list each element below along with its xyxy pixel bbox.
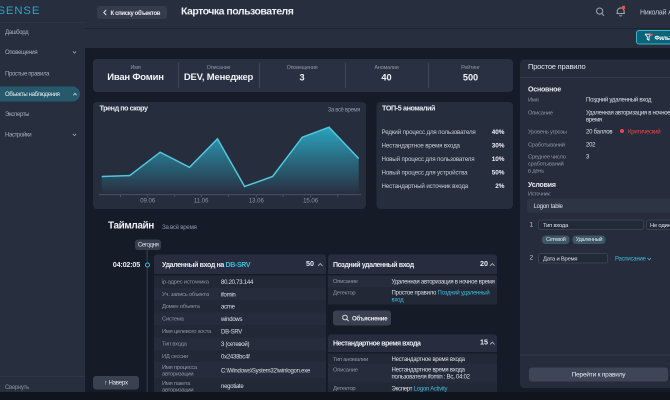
- svg-text:15.06: 15.06: [303, 198, 319, 204]
- svg-text:11.06: 11.06: [194, 198, 209, 204]
- svg-text:13.06: 13.06: [249, 198, 265, 204]
- svg-text:09.06: 09.06: [140, 198, 156, 204]
